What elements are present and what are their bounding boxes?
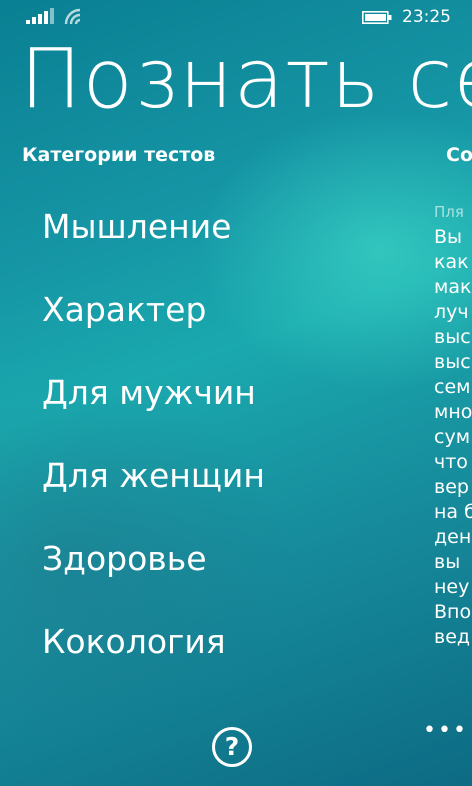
preview-line: сум: [434, 426, 471, 448]
preview-line: вы: [434, 551, 461, 573]
preview-line: ден: [434, 526, 472, 548]
status-time: 23:25: [402, 7, 451, 27]
preview-line: неу: [434, 576, 470, 598]
signal-icon: [26, 8, 54, 24]
category-item-thinking[interactable]: Мышление: [42, 200, 265, 283]
preview-line: как: [434, 251, 469, 273]
preview-line: луч: [434, 301, 469, 323]
preview-line: Вы: [434, 226, 463, 248]
category-item-for-women[interactable]: Для женщин: [42, 449, 265, 532]
category-item-kokology[interactable]: Кокология: [42, 615, 265, 698]
category-item-character[interactable]: Характер: [42, 283, 265, 366]
help-button[interactable]: ?: [212, 727, 252, 767]
app-title: Познать себя: [20, 32, 472, 127]
pivot-header-categories[interactable]: Категории тестов: [22, 144, 215, 166]
screen-viewport: 23:25 Познать себя Категории тестов Co М…: [0, 0, 472, 786]
preview-line: мно: [434, 401, 472, 423]
preview-line: мак: [434, 276, 472, 298]
battery-icon: [362, 11, 392, 24]
wifi-icon: [64, 8, 81, 25]
preview-line: на б: [434, 501, 472, 523]
category-item-health[interactable]: Здоровье: [42, 532, 265, 615]
preview-line: вед: [434, 626, 471, 648]
preview-line: выс: [434, 351, 471, 373]
pivot-header-next[interactable]: Co: [446, 144, 472, 166]
preview-line: что: [434, 451, 468, 473]
preview-line: сем: [434, 376, 471, 398]
next-pivot-preview: Пля Вы как мак луч выс выс сем мно сум ч…: [434, 200, 472, 650]
category-item-for-men[interactable]: Для мужчин: [42, 366, 265, 449]
preview-caption: Пля: [434, 203, 464, 221]
preview-line: выс: [434, 326, 471, 348]
preview-line: вер: [434, 476, 469, 498]
preview-line: Впо: [434, 601, 472, 623]
status-bar: 23:25: [0, 0, 472, 36]
category-list: Мышление Характер Для мужчин Для женщин …: [42, 200, 265, 698]
more-options-button[interactable]: •••: [423, 718, 468, 743]
